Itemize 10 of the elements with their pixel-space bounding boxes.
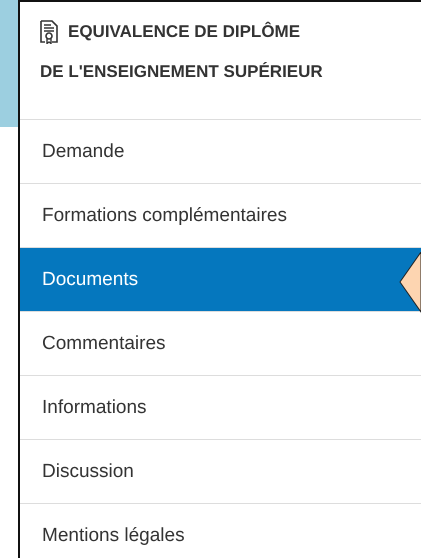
section-title: DE L'ENSEIGNEMENT SUPÉRIEUR	[40, 61, 323, 83]
menu-item[interactable]: Documents	[20, 248, 421, 312]
menu-item[interactable]: Mentions légales	[20, 504, 421, 558]
menu-item[interactable]: Informations	[20, 376, 421, 440]
section-title: EQUIVALENCE DE DIPLÔME	[68, 20, 300, 43]
menu-item[interactable]: Discussion	[20, 440, 421, 504]
menu-item[interactable]: Demande	[20, 120, 421, 184]
certificate-icon	[40, 20, 58, 44]
pointer-callout	[399, 252, 421, 314]
menu-item[interactable]: Commentaires	[20, 312, 421, 376]
